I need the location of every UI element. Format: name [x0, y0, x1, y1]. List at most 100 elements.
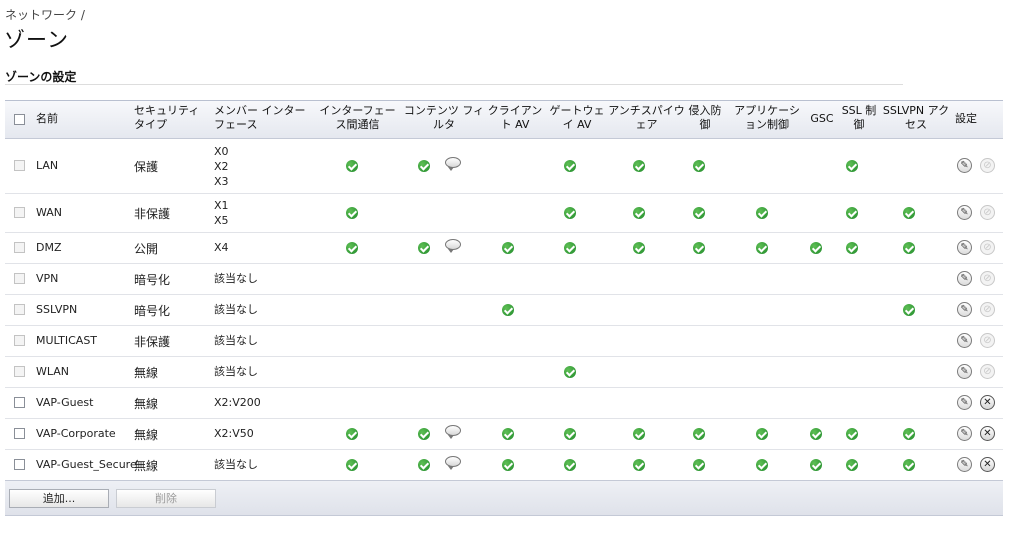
member-interfaces: 該当なし [214, 333, 258, 348]
row-checkbox[interactable] [14, 160, 25, 171]
member-interfaces: 該当なし [214, 302, 258, 317]
sslvpn-access-check-icon [903, 427, 915, 440]
security-type: 公開 [134, 241, 159, 256]
comment-bubble-icon[interactable] [445, 455, 461, 470]
row-checkbox[interactable] [14, 458, 25, 470]
security-type: 無線 [134, 427, 159, 442]
table-footer: 追加... 削除 [5, 480, 1003, 516]
column-ssl-control[interactable]: SSL 制御 [840, 104, 878, 132]
breadcrumb[interactable]: ネットワーク / [5, 6, 85, 23]
ips-check-icon [693, 241, 705, 254]
table-row[interactable]: VAP-Corporate 無線 X2:V50 ✎ ✕ [5, 418, 1003, 450]
delete-disabled-icon[interactable]: ⊘ [980, 332, 995, 348]
column-sslvpn-access[interactable]: SSLVPN アクセス [882, 104, 950, 132]
comment-bubble-icon[interactable] [445, 238, 461, 253]
edit-pencil-icon[interactable]: ✎ [957, 270, 972, 286]
column-app-control[interactable]: アプリケーション制御 [732, 104, 802, 132]
column-client-av[interactable]: クライアント AV [484, 104, 546, 132]
member-interface: X2:V50 [214, 427, 254, 440]
anti-spyware-check-icon [633, 458, 645, 471]
comment-bubble-icon[interactable] [445, 424, 461, 439]
edit-pencil-icon[interactable]: ✎ [957, 301, 972, 317]
ips-check-icon [693, 427, 705, 440]
app-control-check-icon [756, 206, 768, 219]
edit-pencil-icon[interactable]: ✎ [957, 158, 972, 173]
column-ips[interactable]: 侵入防御 [685, 104, 725, 132]
row-checkbox[interactable] [14, 206, 25, 218]
table-row[interactable]: VAP-Guest 無線 X2:V200 ✎ ✕ [5, 387, 1003, 419]
row-checkbox[interactable] [14, 334, 25, 346]
edit-pencil-icon[interactable]: ✎ [957, 204, 972, 220]
row-checkbox[interactable] [14, 396, 25, 408]
column-intra[interactable]: インターフェース間通信 [315, 104, 400, 132]
member-interface: X3 [214, 174, 229, 188]
row-checkbox[interactable] [14, 303, 25, 315]
table-row[interactable]: WLAN 無線 該当なし ✎ ⊘ [5, 356, 1003, 388]
column-cfs[interactable]: コンテンツ フィルタ [401, 104, 487, 132]
table-row[interactable]: LAN 保護 X0 X2 X3 ✎ ⊘ [5, 139, 1003, 194]
table-row[interactable]: VPN 暗号化 該当なし ✎ ⊘ [5, 263, 1003, 295]
member-interface: X5 [214, 213, 229, 227]
cfs-check-icon [418, 427, 430, 440]
member-interfaces: X4 [214, 240, 229, 255]
table-row[interactable]: DMZ 公開 X4 ✎ ⊘ [5, 232, 1003, 264]
delete-disabled-icon[interactable]: ⊘ [980, 270, 995, 286]
member-interface: X1 [214, 198, 229, 212]
security-type: 無線 [134, 365, 159, 380]
edit-pencil-icon[interactable]: ✎ [957, 425, 972, 441]
row-checkbox[interactable] [14, 365, 25, 377]
delete-icon[interactable]: ✕ [980, 394, 995, 410]
ssl-control-check-icon [846, 160, 858, 172]
column-name[interactable]: 名前 [36, 112, 58, 126]
ips-check-icon [693, 458, 705, 471]
edit-pencil-icon[interactable]: ✎ [957, 394, 972, 410]
client-av-check-icon [502, 303, 514, 316]
ssl-control-check-icon [846, 427, 858, 440]
anti-spyware-check-icon [633, 160, 645, 172]
select-all-checkbox[interactable] [14, 114, 25, 125]
delete-disabled-icon[interactable]: ⊘ [980, 204, 995, 220]
delete-icon[interactable]: ✕ [980, 425, 995, 441]
table-row[interactable]: WAN 非保護 X1 X5 ✎ ⊘ [5, 193, 1003, 233]
delete-disabled-icon[interactable]: ⊘ [980, 158, 995, 173]
delete-disabled-icon[interactable]: ⊘ [980, 363, 995, 379]
row-checkbox[interactable] [14, 272, 25, 284]
table-row[interactable]: VAP-Guest_Secure 無線 該当なし ✎ ✕ [5, 449, 1003, 481]
edit-pencil-icon[interactable]: ✎ [957, 456, 972, 472]
comment-bubble-icon[interactable] [445, 157, 461, 171]
client-av-check-icon [502, 241, 514, 254]
zone-name: MULTICAST [36, 333, 98, 347]
zone-name: LAN [36, 159, 59, 172]
add-button[interactable]: 追加... [9, 489, 109, 508]
column-members[interactable]: メンバー インターフェース [214, 104, 312, 132]
edit-pencil-icon[interactable]: ✎ [957, 239, 972, 255]
row-checkbox[interactable] [14, 241, 25, 253]
client-av-check-icon [502, 458, 514, 471]
column-config: 設定 [955, 112, 977, 125]
column-security[interactable]: セキュリティタイプ [134, 104, 206, 132]
security-type: 暗号化 [134, 272, 171, 287]
edit-pencil-icon[interactable]: ✎ [957, 332, 972, 348]
row-checkbox[interactable] [14, 427, 25, 439]
gateway-av-check-icon [564, 365, 576, 378]
edit-pencil-icon[interactable]: ✎ [957, 363, 972, 379]
table-row[interactable]: SSLVPN 暗号化 該当なし ✎ ⊘ [5, 294, 1003, 326]
ips-check-icon [693, 206, 705, 219]
delete-button[interactable]: 削除 [116, 489, 216, 508]
cfs-check-icon [418, 458, 430, 471]
table-row[interactable]: MULTICAST 非保護 該当なし ✎ ⊘ [5, 325, 1003, 357]
column-gsc[interactable]: GSC [804, 112, 840, 126]
member-interfaces: 該当なし [214, 271, 258, 286]
table-header: 名前 セキュリティタイプ メンバー インターフェース インターフェース間通信 コ… [5, 101, 1003, 139]
delete-disabled-icon[interactable]: ⊘ [980, 239, 995, 255]
column-anti-spyware[interactable]: アンチスパイウェア [608, 104, 685, 132]
column-gateway-av[interactable]: ゲートウェイ AV [547, 104, 607, 132]
gsc-check-icon [810, 241, 822, 254]
member-interface: X2:V200 [214, 396, 261, 409]
delete-disabled-icon[interactable]: ⊘ [980, 301, 995, 317]
anti-spyware-check-icon [633, 206, 645, 219]
security-type: 非保護 [134, 206, 171, 221]
member-interfaces: X2:V50 [214, 426, 254, 441]
intra-check-icon [346, 160, 358, 172]
delete-icon[interactable]: ✕ [980, 456, 995, 472]
